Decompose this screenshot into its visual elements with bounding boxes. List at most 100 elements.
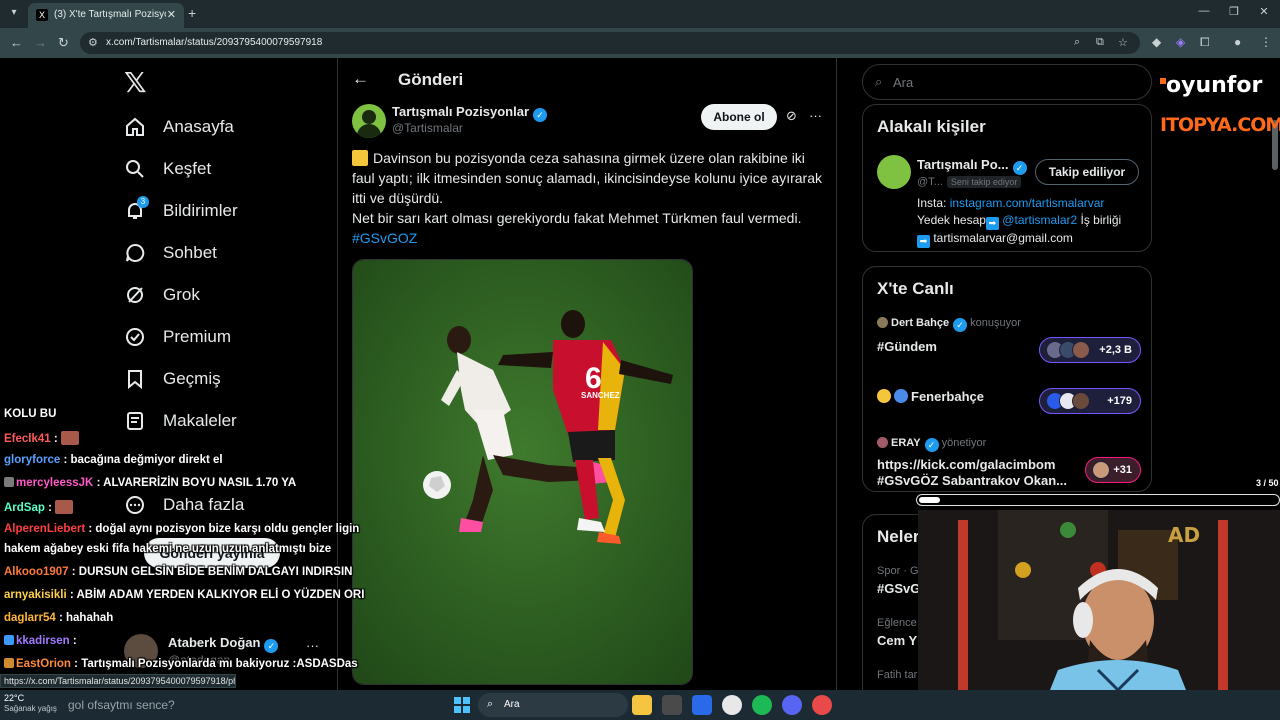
- bookmark-star-icon[interactable]: ☆: [1118, 36, 1128, 49]
- back-arrow-icon[interactable]: ←: [352, 69, 369, 89]
- discord-icon[interactable]: [782, 695, 802, 715]
- verified-icon: ✓: [264, 639, 279, 653]
- svg-text:AD: AD: [1168, 523, 1200, 547]
- taskbar-search[interactable]: ⌕ Ara: [478, 693, 628, 717]
- goal-progress-bar: [916, 494, 1280, 506]
- address-bar[interactable]: ⚙ x.com/Tartismalar/status/2093795400079…: [80, 32, 1140, 54]
- browser-tab[interactable]: X (3) X'te Tartışmalı Pozisyonlar: "| ✕: [28, 3, 184, 28]
- nav-item-chat[interactable]: Sohbet: [124, 238, 217, 268]
- forward-icon[interactable]: →: [34, 35, 47, 50]
- listeners-pill[interactable]: +179: [1039, 388, 1141, 414]
- nav-item-bookmarks[interactable]: Geçmiş: [124, 364, 221, 394]
- post-column: ← Gönderi Tartışmalı Pozisyonlar ✓ @Tarti…: [337, 58, 837, 698]
- grok-explain-icon[interactable]: ⊘: [786, 108, 797, 124]
- chat-text: : doğal aynı pozisyon bize karşı oldu ge…: [88, 523, 360, 535]
- chat-message: gloryforce : bacağına değmiyor direkt el: [4, 454, 223, 466]
- verified-icon: ✓: [924, 438, 939, 452]
- oyunfor-logo: oyunfor: [1160, 73, 1262, 98]
- zoom-icon[interactable]: ⌕: [1074, 36, 1080, 49]
- author-avatar[interactable]: [352, 104, 386, 138]
- site-info-icon[interactable]: ⚙: [88, 36, 98, 49]
- app-icon[interactable]: [812, 695, 832, 715]
- svg-text:oyunfor: oyunfor: [1166, 73, 1262, 98]
- tab-search-icon[interactable]: ▾: [6, 5, 22, 21]
- tab-close-icon[interactable]: ✕: [167, 8, 176, 21]
- trend-item[interactable]: Cem Yı: [877, 633, 921, 648]
- chat-badge-icon: [4, 477, 14, 487]
- store-icon[interactable]: [662, 695, 682, 715]
- new-tab-icon[interactable]: +: [188, 5, 196, 21]
- search-icon: ⌕: [875, 74, 883, 89]
- author-name[interactable]: Tartışmalı Pozisyonlar ✓: [392, 104, 548, 122]
- listeners-pill[interactable]: +31: [1085, 457, 1141, 483]
- webcam-feed: AD: [918, 510, 1280, 720]
- post-image[interactable]: 6 SANCHEZ: [352, 259, 693, 685]
- extension-icon-2[interactable]: ◈: [1176, 35, 1185, 49]
- trend-item[interactable]: #GSvG: [877, 581, 920, 596]
- nav-item-explore[interactable]: Keşfet: [124, 154, 211, 184]
- chat-icon: [124, 242, 146, 264]
- close-window-icon[interactable]: ✕: [1254, 5, 1274, 18]
- more-icon: [124, 494, 146, 516]
- back-icon[interactable]: ←: [10, 35, 23, 50]
- related-name[interactable]: Tartışmalı Po... ✓: [917, 157, 1027, 175]
- spotify-icon[interactable]: [752, 695, 772, 715]
- related-handle: @T... Seni takip ediyor: [917, 176, 1022, 188]
- profile-avatar-icon[interactable]: ●: [1234, 35, 1241, 49]
- instagram-link[interactable]: instagram.com/tartismalarvar: [950, 196, 1105, 210]
- related-avatar[interactable]: [877, 155, 911, 189]
- chat-username: ArdSap: [4, 502, 45, 514]
- nav-item-articles[interactable]: Makaleler: [124, 406, 237, 436]
- hashtag-link[interactable]: #GSvGOZ: [352, 230, 417, 246]
- more-options-icon[interactable]: ···: [809, 108, 822, 123]
- chat-message: Alkooo1907 : DURSUN GELSİN BİDE BENİM DA…: [4, 566, 352, 578]
- goal-progress-fill: [919, 497, 940, 503]
- blue-circle-emoji-icon: [894, 389, 908, 403]
- following-button[interactable]: Takip ediliyor: [1035, 159, 1139, 185]
- more-dots-icon[interactable]: ···: [306, 638, 319, 653]
- chat-text: : bacağına değmiyor direkt el: [63, 454, 223, 466]
- live-title: X'te Canlı: [877, 279, 954, 298]
- browser-menu-icon[interactable]: ⋮: [1260, 35, 1272, 49]
- windows-start-icon[interactable]: [454, 697, 470, 713]
- install-app-icon[interactable]: ⧉: [1096, 36, 1104, 49]
- chat-username: Alkooo1907: [4, 566, 69, 578]
- x-favicon-icon: X: [36, 9, 48, 21]
- minimize-icon[interactable]: —: [1194, 5, 1214, 17]
- author-handle[interactable]: @Tartismalar: [392, 121, 463, 135]
- nav-label: Geçmiş: [163, 369, 221, 388]
- chat-emote-icon: [55, 500, 74, 514]
- nav-item-notifications[interactable]: 3 Bildirimler: [124, 196, 238, 226]
- search-input[interactable]: [893, 73, 1133, 91]
- x-logo-icon[interactable]: 𝕏: [124, 66, 147, 99]
- outlook-icon[interactable]: [692, 695, 712, 715]
- nav-item-premium[interactable]: Premium: [124, 322, 231, 352]
- maximize-icon[interactable]: ❐: [1224, 5, 1244, 18]
- chrome-icon[interactable]: [722, 695, 742, 715]
- extensions-puzzle-icon[interactable]: ⧠: [1200, 35, 1210, 50]
- nav-item-grok[interactable]: Grok: [124, 280, 200, 310]
- chat-text: :: [72, 635, 77, 647]
- chat-message: EastOrion : Tartışmalı Pozisyonlarda mı …: [4, 658, 358, 670]
- chat-text: :: [48, 502, 52, 514]
- search-icon: [124, 158, 146, 180]
- subscribe-button[interactable]: Abone ol: [701, 104, 777, 130]
- nav-item-more[interactable]: Daha fazla: [124, 490, 244, 520]
- file-explorer-icon[interactable]: [632, 695, 652, 715]
- chat-message: KOLU BU: [4, 408, 56, 420]
- post-text-line-2: Net bir sarı kart olması gerekiyordu fak…: [352, 210, 802, 226]
- related-people-card: Alakalı kişiler Tartışmalı Po... ✓ @T... S…: [862, 104, 1152, 252]
- listeners-pill[interactable]: +2,3 B: [1039, 337, 1141, 363]
- chat-username: Efeclk41: [4, 433, 51, 445]
- extension-icon[interactable]: ◆: [1152, 35, 1161, 49]
- nav-label: Makaleler: [163, 411, 237, 430]
- weather-widget[interactable]: 22°C Sağanak yağış: [4, 693, 57, 713]
- nav-item-home[interactable]: Anasayfa: [124, 112, 234, 142]
- reload-icon[interactable]: ↻: [58, 35, 69, 51]
- search-box[interactable]: ⌕: [862, 64, 1152, 100]
- windows-taskbar: 22°C Sağanak yağış gol ofsaytmı sence? ⌕ …: [0, 690, 1280, 720]
- chat-username: daglarr54: [4, 612, 56, 624]
- backup-account-link[interactable]: @tartismalar2: [1002, 213, 1077, 227]
- chat-text: hakem ağabey eski fifa hakemi ne uzun uz…: [4, 543, 332, 555]
- nav-label: Sohbet: [163, 243, 217, 262]
